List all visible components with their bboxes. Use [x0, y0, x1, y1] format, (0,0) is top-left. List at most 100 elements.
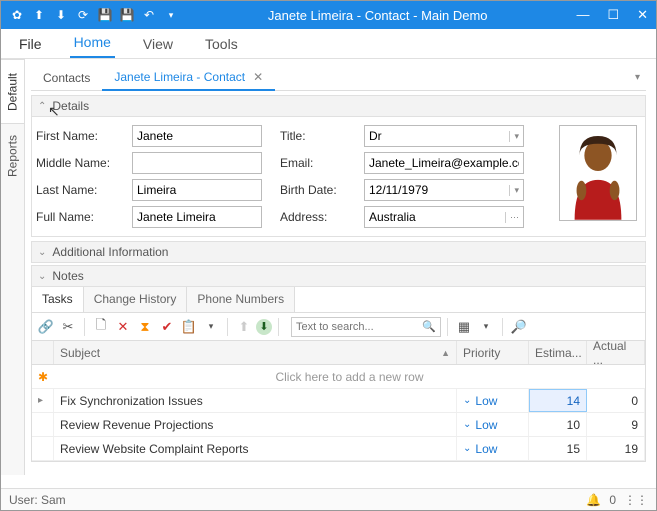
save-close-icon[interactable]: 💾 — [119, 7, 135, 23]
middle-name-field[interactable] — [132, 152, 262, 174]
delete-icon[interactable]: ✕ — [113, 317, 133, 337]
side-tabs: Default Reports — [1, 59, 25, 475]
maximize-button[interactable]: ☐ — [607, 7, 619, 23]
check-icon[interactable]: ✔ — [157, 317, 177, 337]
chevron-down-icon: ⌄ — [463, 395, 471, 406]
cell-priority[interactable]: ⌄Low — [457, 389, 529, 412]
ribbon-tab-tools[interactable]: Tools — [201, 30, 242, 58]
label-middle-name: Middle Name: — [36, 152, 128, 174]
link-icon[interactable]: 🔗 — [36, 317, 56, 337]
row-indicator — [32, 413, 54, 436]
dropdown-icon[interactable]: ▾ — [201, 317, 221, 337]
close-tab-icon[interactable]: ✕ — [253, 70, 263, 84]
notification-count: 0 — [609, 493, 616, 507]
cell-subject[interactable]: Review Revenue Projections — [54, 413, 457, 436]
close-button[interactable]: ✕ — [637, 7, 648, 23]
cell-estimated[interactable]: 10 — [529, 413, 587, 436]
grid-new-row[interactable]: ✱ Click here to add a new row — [32, 365, 645, 389]
side-tab-reports[interactable]: Reports — [1, 123, 24, 187]
sub-tab-phone-numbers[interactable]: Phone Numbers — [187, 287, 295, 312]
cell-subject[interactable]: Fix Synchronization Issues — [54, 389, 457, 412]
cell-subject[interactable]: Review Website Complaint Reports — [54, 437, 457, 460]
cell-priority[interactable]: ⌄Low — [457, 413, 529, 436]
chevron-down-icon[interactable]: ▾ — [509, 185, 519, 196]
save-icon[interactable]: 💾 — [97, 7, 113, 23]
birth-date-field[interactable]: ▾ — [364, 179, 524, 201]
ribbon-tab-view[interactable]: View — [139, 30, 177, 58]
search-input[interactable]: 🔍 — [291, 317, 441, 337]
cell-actual[interactable]: 0 — [587, 389, 645, 412]
grid-header-estimated[interactable]: Estima... — [529, 341, 587, 364]
table-row[interactable]: Review Revenue Projections⌄Low109 — [32, 413, 645, 437]
ribbon: File Home View Tools — [1, 29, 656, 59]
sub-tab-tasks[interactable]: Tasks — [32, 287, 84, 312]
chevron-down-icon: ⌄ — [463, 443, 471, 454]
arrow-up-icon[interactable]: ⬆ — [31, 7, 47, 23]
doc-tab-contact-detail[interactable]: Janete Limeira - Contact ✕ — [102, 65, 275, 91]
chevron-down-icon[interactable]: ▾ — [509, 131, 519, 142]
details-panel: First Name: Middle Name: Last Name: Full… — [31, 117, 646, 237]
cell-estimated[interactable]: 15 — [529, 437, 587, 460]
up-circle-icon[interactable]: ⬆ — [234, 317, 254, 337]
grid-toolbar: 🔗 ✂ 🗋 ✕ ⧗ ✔ 📋 ▾ ⬆ ⬇ 🔍 ▦ ▾ 🔎 — [31, 313, 646, 341]
tasks-grid: Subject▲ Priority Estima... Actual ... ✱… — [31, 341, 646, 462]
first-name-field[interactable] — [132, 125, 262, 147]
doc-tabs-dropdown[interactable]: ▾ — [629, 68, 646, 87]
doc-tab-contacts[interactable]: Contacts — [31, 66, 102, 90]
section-header-notes[interactable]: ⌄ Notes — [31, 265, 646, 287]
minimize-button[interactable]: — — [576, 7, 589, 23]
title-field[interactable]: ▾ — [364, 125, 524, 147]
arrow-down-icon[interactable]: ⬇ — [53, 7, 69, 23]
new-row-star-icon: ✱ — [32, 370, 54, 384]
label-full-name: Full Name: — [36, 206, 128, 228]
down-circle-icon[interactable]: ⬇ — [256, 319, 272, 335]
chevron-down-icon: ⌄ — [38, 247, 46, 258]
ribbon-tab-file[interactable]: File — [15, 30, 46, 58]
cell-priority[interactable]: ⌄Low — [457, 437, 529, 460]
preview-icon[interactable]: 🔎 — [509, 317, 529, 337]
grid-header-priority[interactable]: Priority — [457, 341, 529, 364]
refresh-icon[interactable]: ⟳ — [75, 7, 91, 23]
hourglass-icon[interactable]: ⧗ — [135, 317, 155, 337]
bell-icon[interactable]: 🔔 — [586, 493, 601, 507]
layout-icon[interactable]: ▦ — [454, 317, 474, 337]
undo-icon[interactable]: ↶ — [141, 7, 157, 23]
search-icon[interactable]: 🔍 — [422, 320, 436, 333]
address-field[interactable]: ⋯ — [364, 206, 524, 228]
chevron-up-icon: ⌃ — [38, 101, 46, 112]
section-header-details[interactable]: ⌃ Details — [31, 95, 646, 117]
window-buttons: — ☐ ✕ — [576, 7, 648, 23]
sub-tabs: Tasks Change History Phone Numbers — [31, 287, 646, 313]
quick-access-toolbar: ✿ ⬆ ⬇ ⟳ 💾 💾 ↶ ▾ — [9, 7, 179, 23]
status-bar: User: Sam 🔔 0 ⋮⋮ — [1, 488, 656, 510]
cell-estimated[interactable]: 14 — [529, 389, 587, 412]
chevron-down-icon: ⌄ — [38, 271, 46, 282]
gear-icon[interactable]: ✿ — [9, 7, 25, 23]
ribbon-tab-home[interactable]: Home — [70, 28, 115, 58]
qat-dropdown-icon[interactable]: ▾ — [163, 7, 179, 23]
ellipsis-icon[interactable]: ⋯ — [505, 212, 519, 223]
table-row[interactable]: ▸Fix Synchronization Issues⌄Low140 — [32, 389, 645, 413]
sub-tab-change-history[interactable]: Change History — [84, 287, 188, 312]
titlebar: ✿ ⬆ ⬇ ⟳ 💾 💾 ↶ ▾ Janete Limeira - Contact… — [1, 1, 656, 29]
contact-photo[interactable] — [559, 125, 637, 221]
new-icon[interactable]: 🗋 — [91, 317, 111, 337]
section-header-additional[interactable]: ⌄ Additional Information — [31, 241, 646, 263]
cell-actual[interactable]: 9 — [587, 413, 645, 436]
grid-header: Subject▲ Priority Estima... Actual ... — [32, 341, 645, 365]
table-row[interactable]: Review Website Complaint Reports⌄Low1519 — [32, 437, 645, 461]
sort-asc-icon: ▲ — [441, 348, 450, 358]
full-name-field[interactable] — [132, 206, 262, 228]
clipboard-icon[interactable]: 📋 — [179, 317, 199, 337]
side-tab-default[interactable]: Default — [1, 59, 24, 123]
row-indicator: ▸ — [32, 389, 54, 412]
grid-header-actual[interactable]: Actual ... — [587, 341, 645, 364]
last-name-field[interactable] — [132, 179, 262, 201]
email-field[interactable] — [364, 152, 524, 174]
cell-actual[interactable]: 19 — [587, 437, 645, 460]
dropdown-icon[interactable]: ▾ — [476, 317, 496, 337]
grip-icon[interactable]: ⋮⋮ — [624, 493, 648, 507]
label-address: Address: — [280, 206, 360, 228]
unlink-icon[interactable]: ✂ — [58, 317, 78, 337]
grid-header-subject[interactable]: Subject▲ — [54, 341, 457, 364]
